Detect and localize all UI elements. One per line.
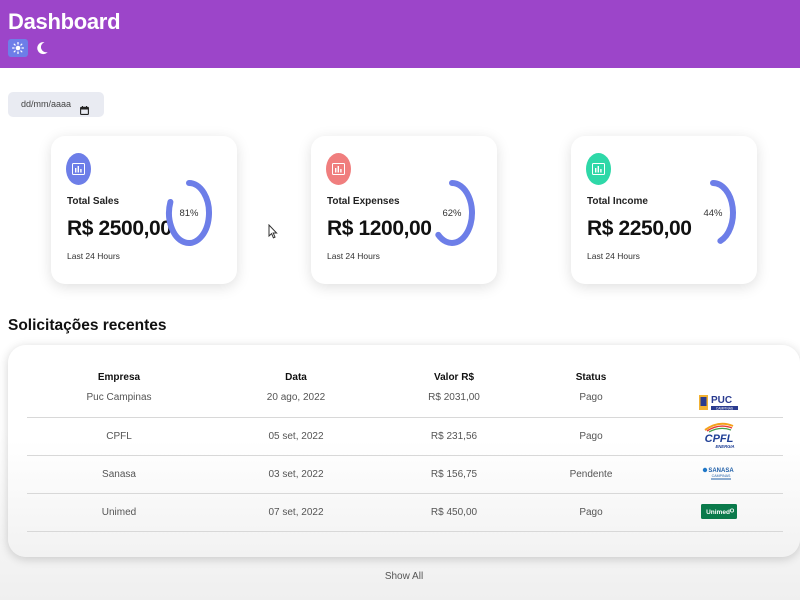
- mouse-cursor-icon: [268, 223, 278, 244]
- theme-toggle[interactable]: [8, 39, 52, 57]
- moon-icon[interactable]: [32, 39, 52, 57]
- column-header-empresa: Empresa: [97, 371, 141, 383]
- cell-logo: Unimed: [655, 493, 783, 532]
- cell-data: 07 set, 2022: [211, 493, 381, 532]
- card-total-sales: Total Sales R$ 2500,00 Last 24 Hours 81%: [51, 136, 237, 284]
- date-filter-input[interactable]: dd/mm/aaaa: [8, 92, 104, 117]
- recent-requests-title: Solicitações recentes: [8, 317, 167, 334]
- cell-empresa: CPFL: [27, 417, 211, 456]
- date-placeholder: dd/mm/aaaa: [21, 99, 72, 109]
- table-header-row: Empresa Data Valor R$ Status: [27, 362, 783, 392]
- table-row[interactable]: Puc Campinas 20 ago, 2022 R$ 2031,00 Pag…: [27, 392, 783, 418]
- column-header-valor: Valor R$: [433, 371, 475, 383]
- logo-text: Unimed: [706, 509, 730, 516]
- cell-empresa: Puc Campinas: [27, 392, 211, 418]
- card-value: R$ 2500,00: [67, 217, 172, 240]
- column-header-logo: [655, 362, 783, 392]
- table-row[interactable]: Unimed 07 set, 2022 R$ 450,00 Pago Unime…: [27, 493, 783, 532]
- puc-campinas-logo: PUC CAMPINAS: [698, 392, 740, 417]
- chart-icon: [326, 153, 351, 185]
- cell-logo: SANASA CAMPINAS: [655, 455, 783, 494]
- column-header-status: Status: [575, 371, 607, 383]
- ring-label: 62%: [442, 207, 462, 219]
- progress-ring: 44%: [688, 179, 738, 247]
- cell-status: Pago: [527, 417, 655, 456]
- cell-status: Pago: [527, 493, 655, 532]
- cell-valor: R$ 231,56: [381, 417, 527, 456]
- chart-icon: [66, 153, 91, 185]
- table-row[interactable]: CPFL 05 set, 2022 R$ 231,56 Pago CPFL EN…: [27, 417, 783, 456]
- logo-subtext: ENERGIA: [715, 444, 734, 449]
- cell-logo: PUC CAMPINAS: [655, 392, 783, 418]
- card-subtitle: Last 24 Hours: [587, 251, 640, 261]
- cell-status: Pendente: [527, 455, 655, 494]
- card-value: R$ 2250,00: [587, 217, 692, 240]
- cell-valor: R$ 450,00: [381, 493, 527, 532]
- cell-empresa: Sanasa: [27, 455, 211, 494]
- cpfl-logo: CPFL ENERGIA: [699, 421, 739, 452]
- top-bar: Dashboard: [0, 0, 800, 68]
- recent-requests-panel: Empresa Data Valor R$ Status Puc Campina…: [8, 345, 800, 557]
- logo-subtext: CAMPINAS: [716, 406, 734, 410]
- sun-icon[interactable]: [8, 39, 28, 57]
- cell-valor: R$ 2031,00: [381, 392, 527, 418]
- progress-ring: 62%: [427, 179, 477, 247]
- unimed-logo: Unimed: [701, 503, 737, 522]
- cell-data: 05 set, 2022: [211, 417, 381, 456]
- card-title: Total Income: [587, 196, 648, 207]
- sanasa-logo: SANASA CAMPINAS: [701, 465, 737, 484]
- recent-requests-table: Empresa Data Valor R$ Status Puc Campina…: [27, 362, 783, 532]
- ring-label: 44%: [703, 207, 723, 219]
- cell-data: 20 ago, 2022: [211, 392, 381, 418]
- cell-logo: CPFL ENERGIA: [655, 417, 783, 456]
- show-all-link[interactable]: Show All: [0, 571, 800, 582]
- cell-empresa: Unimed: [27, 493, 211, 532]
- card-subtitle: Last 24 Hours: [327, 251, 380, 261]
- ring-label: 81%: [179, 207, 199, 219]
- card-title: Total Expenses: [327, 196, 400, 207]
- cell-status: Pago: [527, 392, 655, 418]
- card-subtitle: Last 24 Hours: [67, 251, 120, 261]
- card-total-income: Total Income R$ 2250,00 Last 24 Hours 44…: [571, 136, 757, 284]
- progress-ring: 81%: [164, 179, 214, 247]
- cell-data: 03 set, 2022: [211, 455, 381, 494]
- logo-text: PUC: [711, 395, 732, 406]
- page-title: Dashboard: [8, 9, 121, 34]
- calendar-icon[interactable]: [80, 100, 89, 125]
- card-value: R$ 1200,00: [327, 217, 432, 240]
- table-row[interactable]: Sanasa 03 set, 2022 R$ 156,75 Pendente S…: [27, 455, 783, 494]
- chart-icon: [586, 153, 611, 185]
- cell-valor: R$ 156,75: [381, 455, 527, 494]
- card-title: Total Sales: [67, 196, 120, 207]
- card-total-expenses: Total Expenses R$ 1200,00 Last 24 Hours …: [311, 136, 497, 284]
- logo-subtext: CAMPINAS: [712, 474, 731, 478]
- column-header-data: Data: [285, 371, 307, 383]
